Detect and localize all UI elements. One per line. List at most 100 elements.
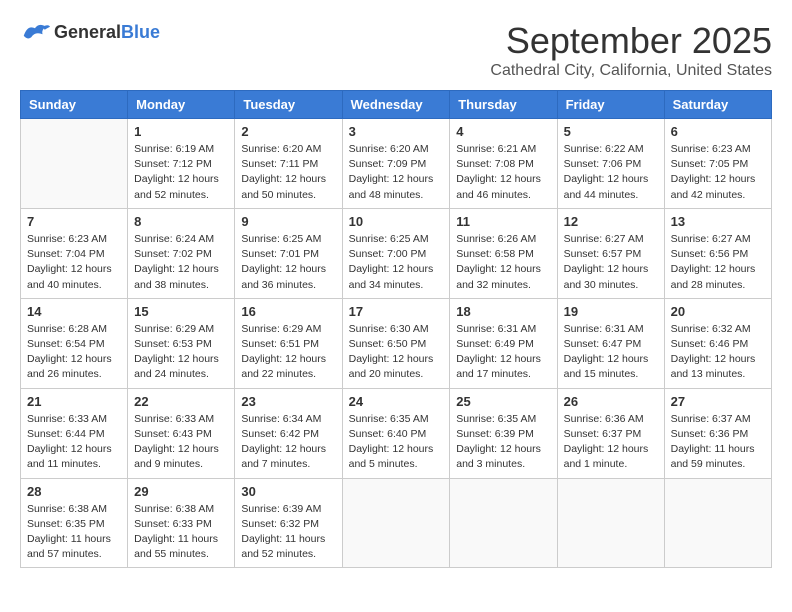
day-info: Sunrise: 6:25 AM Sunset: 7:00 PM Dayligh… [349, 232, 444, 293]
day-number: 17 [349, 304, 444, 319]
day-info: Sunrise: 6:34 AM Sunset: 6:42 PM Dayligh… [241, 412, 335, 473]
day-info: Sunrise: 6:37 AM Sunset: 6:36 PM Dayligh… [671, 412, 765, 473]
day-info: Sunrise: 6:33 AM Sunset: 6:43 PM Dayligh… [134, 412, 228, 473]
calendar-week-row: 1 Sunrise: 6:19 AM Sunset: 7:12 PM Daylig… [21, 119, 772, 209]
day-info: Sunrise: 6:36 AM Sunset: 6:37 PM Dayligh… [564, 412, 658, 473]
logo: GeneralBlue [20, 20, 160, 44]
day-number: 2 [241, 124, 335, 139]
day-of-week-header: Saturday [664, 91, 771, 119]
day-number: 22 [134, 394, 228, 409]
day-number: 24 [349, 394, 444, 409]
calendar-cell: 3 Sunrise: 6:20 AM Sunset: 7:09 PM Daylig… [342, 119, 450, 209]
day-of-week-header: Wednesday [342, 91, 450, 119]
calendar-cell: 15 Sunrise: 6:29 AM Sunset: 6:53 PM Dayli… [128, 298, 235, 388]
day-number: 28 [27, 484, 121, 499]
calendar-cell: 12Sunrise: 6:27 AM Sunset: 6:57 PM Dayli… [557, 208, 664, 298]
calendar-cell: 22 Sunrise: 6:33 AM Sunset: 6:43 PM Dayli… [128, 388, 235, 478]
day-info: Sunrise: 6:35 AM Sunset: 6:39 PM Dayligh… [456, 412, 550, 473]
day-number: 14 [27, 304, 121, 319]
calendar-cell [557, 478, 664, 568]
day-number: 23 [241, 394, 335, 409]
calendar-week-row: 28 Sunrise: 6:38 AM Sunset: 6:35 PM Dayli… [21, 478, 772, 568]
day-number: 15 [134, 304, 228, 319]
calendar-cell: 20 Sunrise: 6:32 AM Sunset: 6:46 PM Dayli… [664, 298, 771, 388]
day-info: Sunrise: 6:29 AM Sunset: 6:51 PM Dayligh… [241, 322, 335, 383]
day-number: 27 [671, 394, 765, 409]
calendar-cell [21, 119, 128, 209]
day-info: Sunrise: 6:20 AM Sunset: 7:09 PM Dayligh… [349, 142, 444, 203]
calendar-cell: 6 Sunrise: 6:23 AM Sunset: 7:05 PM Daylig… [664, 119, 771, 209]
day-info: Sunrise: 6:30 AM Sunset: 6:50 PM Dayligh… [349, 322, 444, 383]
day-number: 18 [456, 304, 550, 319]
logo-blue: Blue [121, 22, 160, 42]
calendar-cell: 18 Sunrise: 6:31 AM Sunset: 6:49 PM Dayli… [450, 298, 557, 388]
day-of-week-header: Sunday [21, 91, 128, 119]
calendar-week-row: 21 Sunrise: 6:33 AM Sunset: 6:44 PM Dayli… [21, 388, 772, 478]
day-info: Sunrise: 6:23 AM Sunset: 7:05 PM Dayligh… [671, 142, 765, 203]
day-info: Sunrise: 6:27 AM Sunset: 6:56 PM Dayligh… [671, 232, 765, 293]
calendar-cell: 30 Sunrise: 6:39 AM Sunset: 6:32 PM Dayli… [235, 478, 342, 568]
calendar-week-row: 14 Sunrise: 6:28 AM Sunset: 6:54 PM Dayli… [21, 298, 772, 388]
day-number: 5 [564, 124, 658, 139]
day-info: Sunrise: 6:22 AM Sunset: 7:06 PM Dayligh… [564, 142, 658, 203]
day-info: Sunrise: 6:39 AM Sunset: 6:32 PM Dayligh… [241, 502, 335, 563]
day-info: Sunrise: 6:20 AM Sunset: 7:11 PM Dayligh… [241, 142, 335, 203]
day-of-week-header: Monday [128, 91, 235, 119]
calendar-cell: 1 Sunrise: 6:19 AM Sunset: 7:12 PM Daylig… [128, 119, 235, 209]
logo-bird-icon [20, 20, 50, 44]
day-info: Sunrise: 6:31 AM Sunset: 6:47 PM Dayligh… [564, 322, 658, 383]
day-number: 4 [456, 124, 550, 139]
day-info: Sunrise: 6:29 AM Sunset: 6:53 PM Dayligh… [134, 322, 228, 383]
calendar-cell: 27 Sunrise: 6:37 AM Sunset: 6:36 PM Dayli… [664, 388, 771, 478]
day-info: Sunrise: 6:38 AM Sunset: 6:35 PM Dayligh… [27, 502, 121, 563]
calendar-header-row: SundayMondayTuesdayWednesdayThursdayFrid… [21, 91, 772, 119]
title-block: September 2025 Cathedral City, Californi… [490, 20, 772, 80]
calendar-cell: 26 Sunrise: 6:36 AM Sunset: 6:37 PM Dayli… [557, 388, 664, 478]
day-number: 10 [349, 214, 444, 229]
day-of-week-header: Tuesday [235, 91, 342, 119]
calendar-cell: 2 Sunrise: 6:20 AM Sunset: 7:11 PM Daylig… [235, 119, 342, 209]
calendar-cell [664, 478, 771, 568]
day-number: 6 [671, 124, 765, 139]
day-info: Sunrise: 6:19 AM Sunset: 7:12 PM Dayligh… [134, 142, 228, 203]
day-of-week-header: Friday [557, 91, 664, 119]
calendar-cell: 21 Sunrise: 6:33 AM Sunset: 6:44 PM Dayli… [21, 388, 128, 478]
day-number: 21 [27, 394, 121, 409]
day-number: 30 [241, 484, 335, 499]
calendar-cell: 4Sunrise: 6:21 AM Sunset: 7:08 PM Daylig… [450, 119, 557, 209]
day-info: Sunrise: 6:28 AM Sunset: 6:54 PM Dayligh… [27, 322, 121, 383]
day-number: 13 [671, 214, 765, 229]
calendar-cell: 13 Sunrise: 6:27 AM Sunset: 6:56 PM Dayli… [664, 208, 771, 298]
day-number: 16 [241, 304, 335, 319]
page-header: GeneralBlue September 2025 Cathedral Cit… [20, 20, 772, 80]
day-info: Sunrise: 6:38 AM Sunset: 6:33 PM Dayligh… [134, 502, 228, 563]
day-number: 26 [564, 394, 658, 409]
day-number: 7 [27, 214, 121, 229]
calendar-cell: 7Sunrise: 6:23 AM Sunset: 7:04 PM Daylig… [21, 208, 128, 298]
calendar-cell: 29 Sunrise: 6:38 AM Sunset: 6:33 PM Dayli… [128, 478, 235, 568]
month-title: September 2025 [490, 20, 772, 62]
day-info: Sunrise: 6:25 AM Sunset: 7:01 PM Dayligh… [241, 232, 335, 293]
day-number: 8 [134, 214, 228, 229]
day-of-week-header: Thursday [450, 91, 557, 119]
calendar-cell: 19 Sunrise: 6:31 AM Sunset: 6:47 PM Dayli… [557, 298, 664, 388]
calendar-cell: 28 Sunrise: 6:38 AM Sunset: 6:35 PM Dayli… [21, 478, 128, 568]
calendar-cell: 24Sunrise: 6:35 AM Sunset: 6:40 PM Dayli… [342, 388, 450, 478]
day-number: 29 [134, 484, 228, 499]
calendar-cell: 23 Sunrise: 6:34 AM Sunset: 6:42 PM Dayli… [235, 388, 342, 478]
day-info: Sunrise: 6:27 AM Sunset: 6:57 PM Dayligh… [564, 232, 658, 293]
calendar-week-row: 7Sunrise: 6:23 AM Sunset: 7:04 PM Daylig… [21, 208, 772, 298]
calendar-cell: 14 Sunrise: 6:28 AM Sunset: 6:54 PM Dayli… [21, 298, 128, 388]
calendar-cell [342, 478, 450, 568]
day-info: Sunrise: 6:32 AM Sunset: 6:46 PM Dayligh… [671, 322, 765, 383]
day-number: 19 [564, 304, 658, 319]
day-info: Sunrise: 6:31 AM Sunset: 6:49 PM Dayligh… [456, 322, 550, 383]
day-info: Sunrise: 6:26 AM Sunset: 6:58 PM Dayligh… [456, 232, 550, 293]
day-number: 20 [671, 304, 765, 319]
day-number: 3 [349, 124, 444, 139]
calendar-cell: 16 Sunrise: 6:29 AM Sunset: 6:51 PM Dayli… [235, 298, 342, 388]
day-number: 1 [134, 124, 228, 139]
day-info: Sunrise: 6:33 AM Sunset: 6:44 PM Dayligh… [27, 412, 121, 473]
logo-text: GeneralBlue [54, 22, 160, 43]
calendar-cell: 5 Sunrise: 6:22 AM Sunset: 7:06 PM Daylig… [557, 119, 664, 209]
